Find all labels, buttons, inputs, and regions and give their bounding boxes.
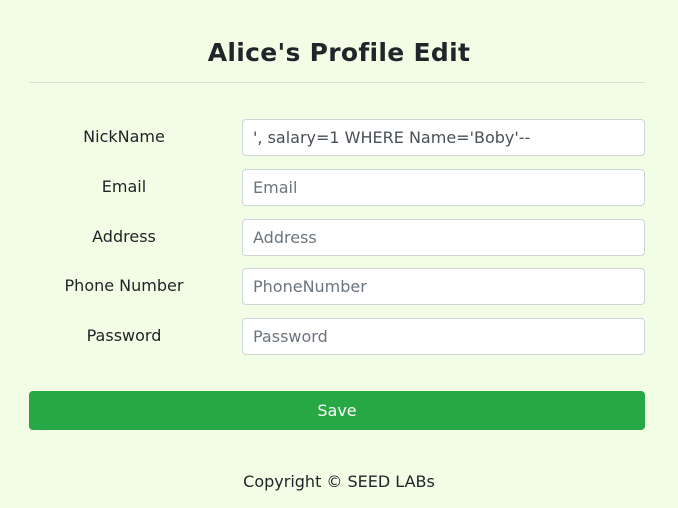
- address-label: Address: [92, 227, 156, 246]
- nickname-row: NickName: [0, 119, 678, 157]
- password-input[interactable]: [242, 318, 645, 355]
- password-label: Password: [86, 326, 162, 345]
- footer-copyright: Copyright © SEED LABs: [243, 472, 435, 491]
- email-row: Email: [0, 169, 678, 207]
- email-input[interactable]: [242, 169, 645, 206]
- password-row: Password: [0, 318, 678, 356]
- phone-number-row: Phone Number: [0, 268, 678, 306]
- nickname-input[interactable]: [242, 119, 645, 156]
- save-button[interactable]: Save: [29, 391, 645, 430]
- address-row: Address: [0, 219, 678, 257]
- phone-number-label: Phone Number: [64, 276, 184, 295]
- address-input[interactable]: [242, 219, 645, 256]
- phone-number-input[interactable]: [242, 268, 645, 305]
- nickname-label: NickName: [83, 127, 165, 146]
- title-divider: [29, 82, 645, 83]
- page-title: Alice's Profile Edit: [207, 38, 471, 67]
- email-label: Email: [101, 177, 147, 196]
